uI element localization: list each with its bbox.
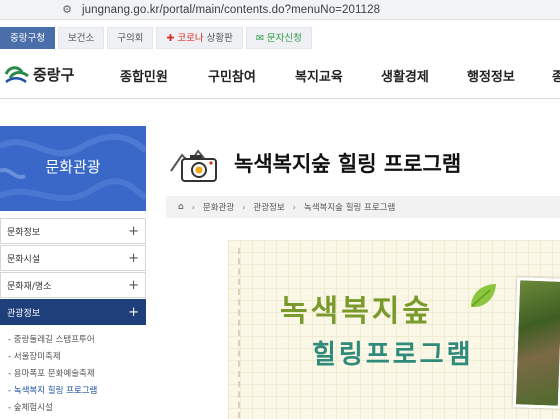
plus-icon: + [128,250,139,266]
forest-photo [512,277,560,409]
camera-icon [170,149,217,182]
nav-admin-info[interactable]: 행정정보 [467,66,515,85]
address-bar[interactable]: ⚙ jungnang.go.kr/portal/main/contents.do… [0,0,560,20]
tab-health-center[interactable]: 보건소 [57,27,105,49]
sidebar-banner: 문화관광 [0,126,146,211]
chevron-right-icon: › [242,202,246,212]
main-navigation: 중랑구 종합민원 구민참여 복지교육 생활경제 행정정보 종 [0,53,560,99]
breadcrumb-item[interactable]: 문화관광 [203,201,234,213]
breadcrumb: ⌂ › 문화관광 › 관광정보 › 녹색복지숲 힐링 프로그램 [166,196,560,218]
submenu-item-current[interactable]: - 녹색복지 힐링 프로그램 [8,383,146,400]
page-header: 녹색복지숲 힐링 프로그램 [168,141,461,185]
program-hero-image: 녹색복지숲 힐링프로그램 [228,240,560,419]
chevron-right-icon: › [292,202,296,212]
nav-participation[interactable]: 구민참여 [208,66,256,85]
sidebar-item-culture-info[interactable]: 문화정보 + [0,218,146,244]
submenu-item[interactable]: - 용마폭포 문화예술축제 [8,366,146,383]
sidebar-submenu: - 중랑둘레길 스탬프투어 - 서울장미축제 - 용마폭포 문화예술축제 - 녹… [0,326,146,417]
top-site-tabs: 중랑구청 보건소 구의회 ✚ 코로나 상황판 ✉ 문자신청 [0,27,315,49]
dashboard-label: 상황판 [203,33,233,44]
plus-icon: + [128,277,139,293]
nav-civil-service[interactable]: 종합민원 [120,66,168,85]
sidebar-item-label: 문화시설 [7,254,41,265]
nav-welfare-education[interactable]: 복지교육 [295,66,343,85]
url-text[interactable]: jungnang.go.kr/portal/main/contents.do?m… [82,4,380,16]
sidebar-item-tourism-info[interactable]: 관광정보 + [0,299,146,325]
home-icon[interactable]: ⌂ [178,202,184,212]
covid-label: 코로나 [177,33,204,44]
hero-title-line1: 녹색복지숲 [280,294,433,329]
sms-label: 문자신청 [266,33,302,44]
sidebar-item-label: 문화재/명소 [7,281,52,292]
submenu-item[interactable]: - 숲체험시설 [8,400,146,417]
nav-life-economy[interactable]: 생활경제 [381,66,429,85]
page-title: 녹색복지숲 힐링 프로그램 [234,152,462,176]
sidebar-title: 문화관광 [45,158,101,176]
sidebar-item-label: 관광정보 [7,308,41,319]
notebook-binding [238,248,538,418]
logo-text: 중랑구 [33,65,75,84]
message-icon: ✉ [255,33,264,44]
plus-icon: + [128,223,139,239]
breadcrumb-item[interactable]: 관광정보 [253,201,284,213]
leaf-icon [471,284,496,308]
tab-jungnang-office[interactable]: 중랑구청 [0,27,55,49]
submenu-item[interactable]: - 서울장미축제 [8,349,146,366]
tab-sms-request[interactable]: ✉ 문자신청 [245,27,312,49]
site-info-icon[interactable]: ⚙ [60,3,74,17]
chevron-right-icon: › [191,202,195,212]
sidebar-item-culture-facilities[interactable]: 문화시설 + [0,245,146,271]
covid-icon: ✚ [166,33,175,44]
plus-icon: + [128,304,139,320]
sidebar-item-heritage[interactable]: 문화재/명소 + [0,272,146,298]
logo-icon [4,66,29,84]
submenu-item[interactable]: - 중랑둘레길 스탬프투어 [8,332,146,349]
tab-council[interactable]: 구의회 [107,27,154,49]
tab-covid-dashboard[interactable]: ✚ 코로나 상황판 [156,27,243,49]
sidebar-menu: 문화정보 + 문화시설 + 문화재/명소 + 관광정보 + - 중랑둘레길 스탬… [0,218,146,417]
hero-title-line2: 힐링프로그램 [312,340,474,370]
sidebar-item-label: 문화정보 [7,227,41,238]
breadcrumb-current: 녹색복지숲 힐링 프로그램 [303,203,396,213]
site-logo[interactable]: 중랑구 [4,63,74,85]
nav-more[interactable]: 종 [552,66,560,85]
